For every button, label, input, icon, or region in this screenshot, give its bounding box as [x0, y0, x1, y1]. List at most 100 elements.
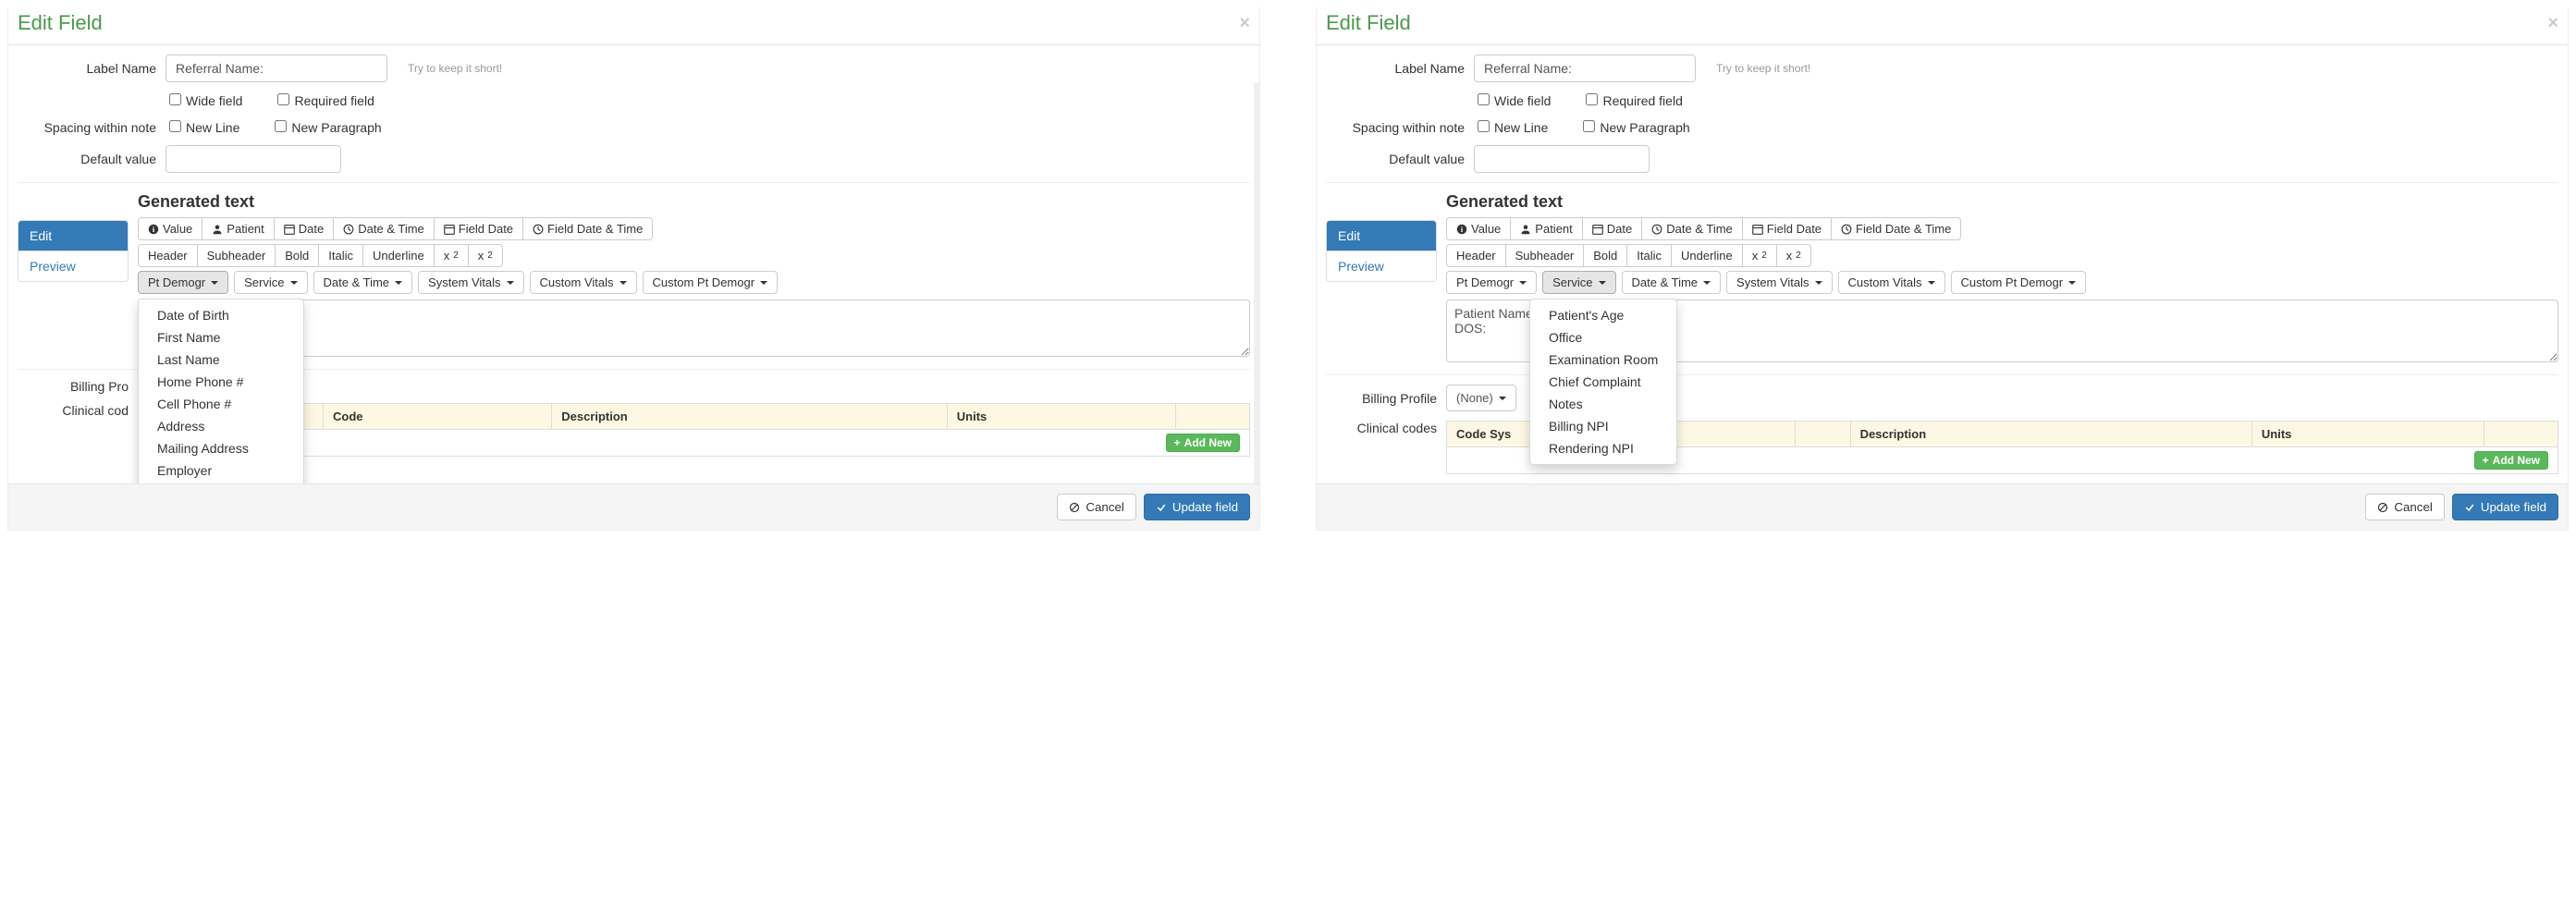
- menu-item[interactable]: Employer: [139, 459, 303, 482]
- service-dropdown[interactable]: Service: [1542, 271, 1615, 294]
- side-tabs: Edit Preview: [18, 220, 129, 282]
- th-units: Units: [2251, 422, 2484, 447]
- required-field-checkbox[interactable]: Required field: [274, 92, 374, 109]
- label-name-input[interactable]: [166, 55, 387, 82]
- superscript-button[interactable]: x2: [468, 244, 503, 267]
- new-line-checkbox[interactable]: New Line: [166, 118, 239, 136]
- caret-down-icon: [619, 281, 627, 285]
- superscript-button[interactable]: x2: [1776, 244, 1811, 267]
- calendar-icon: [444, 224, 455, 235]
- bold-button[interactable]: Bold: [275, 244, 319, 267]
- pt-demogr-dropdown[interactable]: Pt Demogr: [138, 271, 228, 294]
- caret-down-icon: [2068, 281, 2076, 285]
- billing-profile-select[interactable]: (None): [1446, 385, 1516, 411]
- cancel-button[interactable]: Cancel: [1057, 494, 1136, 520]
- subheader-button[interactable]: Subheader: [1505, 244, 1585, 267]
- wide-field-checkbox[interactable]: Wide field: [166, 92, 242, 109]
- new-paragraph-checkbox[interactable]: New Paragraph: [1579, 118, 1689, 136]
- system-vitals-dropdown[interactable]: System Vitals: [1726, 271, 1833, 294]
- menu-item[interactable]: Date of Birth: [139, 304, 303, 326]
- date-button[interactable]: Date: [274, 217, 334, 240]
- cancel-button[interactable]: Cancel: [2365, 494, 2445, 520]
- custom-vitals-dropdown[interactable]: Custom Vitals: [1838, 271, 1945, 294]
- header-button[interactable]: Header: [138, 244, 198, 267]
- spacing-label: Spacing within note: [1326, 120, 1474, 135]
- menu-item[interactable]: Home Phone #: [139, 371, 303, 393]
- default-value-input[interactable]: [1474, 145, 1650, 173]
- subscript-button[interactable]: x2: [1742, 244, 1777, 267]
- th-units: Units: [947, 404, 1175, 430]
- menu-item[interactable]: Last Name: [139, 348, 303, 371]
- required-field-checkbox[interactable]: Required field: [1582, 92, 1682, 109]
- user-icon: [1520, 224, 1531, 235]
- subheader-button[interactable]: Subheader: [197, 244, 276, 267]
- scrollbar[interactable]: [1254, 82, 1259, 483]
- format-buttons-row: Header Subheader Bold Italic Underline x…: [138, 244, 1250, 267]
- clock-icon: [343, 224, 354, 235]
- value-button[interactable]: iValue: [138, 217, 202, 240]
- underline-button[interactable]: Underline: [1671, 244, 1743, 267]
- update-field-button[interactable]: Update field: [1144, 494, 1250, 520]
- datetime-dropdown[interactable]: Date & Time: [313, 271, 413, 294]
- info-icon: i: [1456, 224, 1467, 235]
- calendar-icon: [1592, 224, 1603, 235]
- system-vitals-dropdown[interactable]: System Vitals: [418, 271, 524, 294]
- wide-field-checkbox[interactable]: Wide field: [1474, 92, 1551, 109]
- menu-item[interactable]: Office: [1530, 326, 1676, 348]
- italic-button[interactable]: Italic: [318, 244, 363, 267]
- bold-button[interactable]: Bold: [1583, 244, 1627, 267]
- value-button[interactable]: iValue: [1446, 217, 1511, 240]
- service-dropdown[interactable]: Service: [234, 271, 307, 294]
- new-paragraph-checkbox[interactable]: New Paragraph: [271, 118, 381, 136]
- menu-item[interactable]: Sex: [139, 482, 303, 483]
- pt-demogr-dropdown[interactable]: Pt Demogr: [1446, 271, 1537, 294]
- close-icon[interactable]: ×: [2547, 13, 2558, 34]
- field-date-button[interactable]: Field Date: [1742, 217, 1832, 240]
- datetime-button[interactable]: Date & Time: [333, 217, 435, 240]
- underline-button[interactable]: Underline: [362, 244, 435, 267]
- generated-text-area[interactable]: [138, 300, 1250, 357]
- insert-buttons-row-1: iValue Patient Date Date & Time Field Da…: [1446, 217, 2558, 240]
- tab-edit[interactable]: Edit: [18, 221, 128, 251]
- add-new-button[interactable]: +Add New: [2474, 451, 2548, 470]
- datetime-button[interactable]: Date & Time: [1641, 217, 1743, 240]
- header-button[interactable]: Header: [1446, 244, 1506, 267]
- th-code: Code: [324, 404, 552, 430]
- date-button[interactable]: Date: [1582, 217, 1642, 240]
- service-menu: Patient's Age Office Examination Room Ch…: [1529, 299, 1677, 465]
- menu-item[interactable]: First Name: [139, 326, 303, 348]
- tab-edit[interactable]: Edit: [1327, 221, 1436, 251]
- tab-preview[interactable]: Preview: [1327, 251, 1436, 281]
- menu-item[interactable]: Chief Complaint: [1530, 371, 1676, 393]
- patient-button[interactable]: Patient: [1510, 217, 1582, 240]
- custom-vitals-dropdown[interactable]: Custom Vitals: [530, 271, 637, 294]
- tab-preview[interactable]: Preview: [18, 251, 128, 281]
- menu-item[interactable]: Mailing Address: [139, 437, 303, 459]
- field-datetime-button[interactable]: Field Date & Time: [522, 217, 653, 240]
- th-code-gap: [1795, 422, 1850, 447]
- patient-button[interactable]: Patient: [202, 217, 274, 240]
- custom-pt-demogr-dropdown[interactable]: Custom Pt Demogr: [1951, 271, 2087, 294]
- caret-down-icon: [1928, 281, 1935, 285]
- update-field-button[interactable]: Update field: [2452, 494, 2558, 520]
- menu-item[interactable]: Notes: [1530, 393, 1676, 415]
- menu-item[interactable]: Billing NPI: [1530, 415, 1676, 437]
- datetime-dropdown[interactable]: Date & Time: [1622, 271, 1722, 294]
- th-description: Description: [1850, 422, 2251, 447]
- custom-pt-demogr-dropdown[interactable]: Custom Pt Demogr: [643, 271, 779, 294]
- field-datetime-button[interactable]: Field Date & Time: [1831, 217, 1961, 240]
- th-description: Description: [552, 404, 948, 430]
- label-name-input[interactable]: [1474, 55, 1696, 82]
- menu-item[interactable]: Patient's Age: [1530, 304, 1676, 326]
- menu-item[interactable]: Rendering NPI: [1530, 437, 1676, 459]
- menu-item[interactable]: Address: [139, 415, 303, 437]
- italic-button[interactable]: Italic: [1626, 244, 1672, 267]
- subscript-button[interactable]: x2: [434, 244, 469, 267]
- add-new-button[interactable]: +Add New: [1166, 434, 1240, 452]
- close-icon[interactable]: ×: [1239, 13, 1250, 34]
- menu-item[interactable]: Cell Phone #: [139, 393, 303, 415]
- new-line-checkbox[interactable]: New Line: [1474, 118, 1548, 136]
- field-date-button[interactable]: Field Date: [434, 217, 523, 240]
- default-value-input[interactable]: [166, 145, 341, 173]
- menu-item[interactable]: Examination Room: [1530, 348, 1676, 371]
